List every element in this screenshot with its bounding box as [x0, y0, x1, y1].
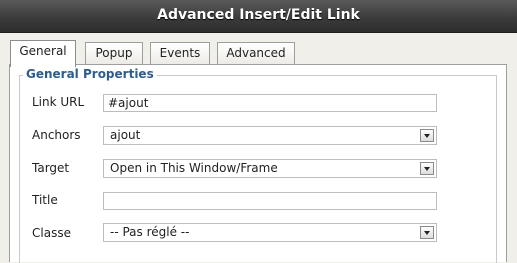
target-label: Target: [32, 161, 70, 175]
title-bar[interactable]: Advanced Insert/Edit Link: [0, 0, 517, 33]
tab-strip: General Popup Events Advanced: [0, 33, 517, 67]
chevron-down-icon[interactable]: [420, 129, 434, 142]
title-label: Title: [32, 193, 58, 207]
tab-advanced[interactable]: Advanced: [217, 42, 295, 64]
anchors-select[interactable]: ajout: [103, 126, 437, 145]
target-selected-value: Open in This Window/Frame: [110, 161, 278, 175]
tab-events[interactable]: Events: [150, 42, 210, 64]
general-panel: General Properties Link URL #ajout Ancho…: [9, 64, 507, 263]
tab-general[interactable]: General: [10, 40, 76, 67]
link-url-label: Link URL: [32, 95, 85, 109]
classe-select[interactable]: -- Pas réglé --: [103, 223, 437, 242]
classe-selected-value: -- Pas réglé --: [110, 225, 190, 239]
chevron-down-icon[interactable]: [420, 162, 434, 175]
general-properties-legend: General Properties: [23, 67, 157, 81]
tab-popup[interactable]: Popup: [85, 42, 143, 64]
chevron-down-icon[interactable]: [420, 226, 434, 239]
classe-label: Classe: [32, 226, 71, 240]
target-select[interactable]: Open in This Window/Frame: [103, 159, 437, 178]
anchors-selected-value: ajout: [110, 128, 141, 142]
dialog-title: Advanced Insert/Edit Link: [157, 7, 360, 23]
anchors-label: Anchors: [32, 128, 81, 142]
title-input[interactable]: [103, 192, 437, 210]
link-url-input[interactable]: #ajout: [103, 94, 437, 112]
link-dialog: Advanced Insert/Edit Link General Popup …: [0, 0, 517, 263]
